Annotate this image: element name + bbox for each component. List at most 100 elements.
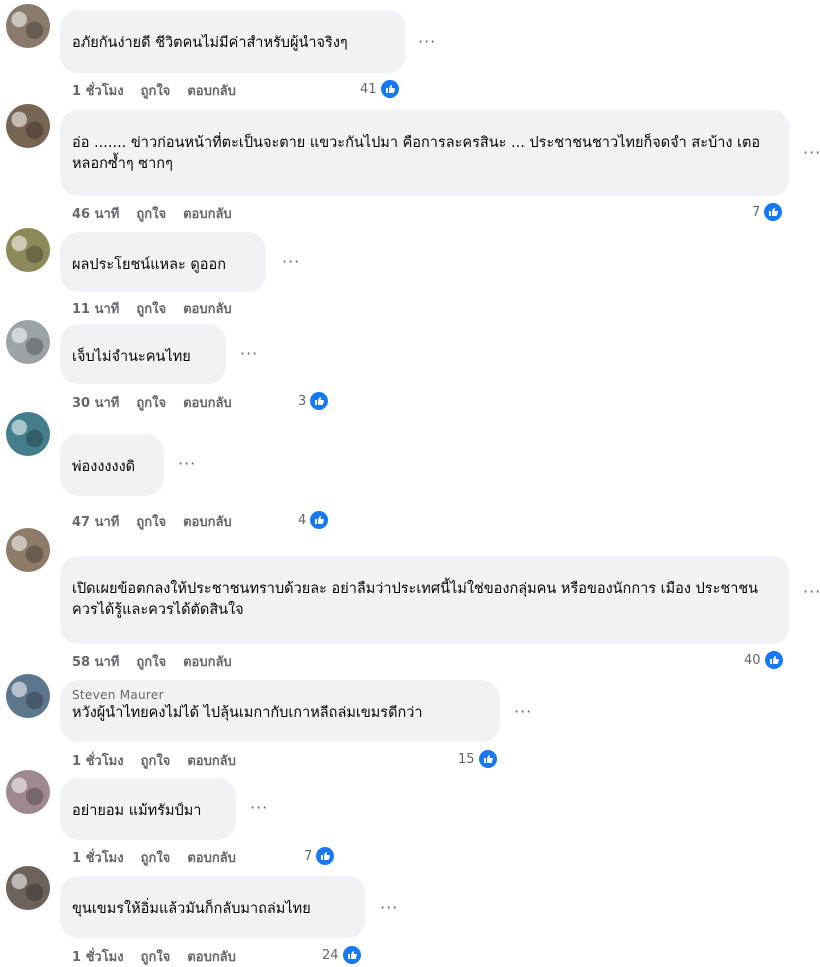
reply-link[interactable]: ตอบกลับ	[183, 515, 232, 530]
more-dots-icon[interactable]: ···	[178, 456, 196, 472]
more-dots-icon[interactable]: ···	[250, 800, 268, 816]
comment-bubble: อย่ายอม แม้ทรัมป์มา	[60, 778, 236, 840]
comment-time[interactable]: 58 นาที	[72, 655, 119, 670]
comment-time[interactable]: 1 ชั่วโมง	[72, 84, 124, 99]
comment-author[interactable]	[72, 332, 214, 347]
comment-bubble: อ่อ ....... ข่าวก่อนหน้าที่ตะเป็นจะตาย แ…	[60, 110, 790, 196]
more-dots-icon[interactable]: ···	[514, 704, 532, 720]
comment-text: เจ็บไม่จำนะคนไทย	[72, 349, 191, 365]
more-dots-icon[interactable]: ···	[803, 145, 820, 161]
reaction-number: 15	[458, 751, 475, 767]
reaction-number: 7	[752, 204, 761, 220]
comment-author[interactable]	[72, 884, 354, 899]
comment-time[interactable]: 1 ชั่วโมง	[72, 754, 124, 769]
avatar[interactable]	[6, 528, 50, 572]
reaction-count[interactable]: 7	[304, 845, 337, 867]
comment-text: อภัยกันง่ายดี ชีวิตคนไม่มีค่าสำหรับผู้นำ…	[72, 35, 348, 51]
reply-link[interactable]: ตอบกลับ	[187, 754, 236, 769]
thumbs-up-icon	[762, 649, 785, 671]
more-dots-icon[interactable]: ···	[418, 34, 436, 50]
thumbs-up-icon	[314, 845, 337, 867]
reaction-number: 40	[744, 652, 761, 668]
reaction-count[interactable]: 3	[298, 390, 331, 412]
thumbs-up-icon	[340, 944, 363, 966]
thumbs-up-icon	[378, 78, 401, 100]
comment-actions: 1 ชั่วโมง ถูกใจ ตอบกลับ	[72, 946, 253, 967]
comment-text: ผลประโยชน์แหละ ดูออก	[72, 257, 226, 273]
comment-author[interactable]	[72, 118, 778, 133]
avatar[interactable]	[6, 674, 50, 718]
comment-bubble: อภัยกันง่ายดี ชีวิตคนไม่มีค่าสำหรับผู้นำ…	[60, 10, 406, 73]
more-dots-icon[interactable]: ···	[380, 900, 398, 916]
comment-time[interactable]: 30 นาที	[72, 396, 119, 411]
comment-author[interactable]	[72, 442, 152, 457]
reaction-count[interactable]: 40	[744, 649, 785, 671]
avatar[interactable]	[6, 4, 50, 48]
avatar[interactable]	[6, 320, 50, 364]
avatar[interactable]	[6, 770, 50, 814]
like-link[interactable]: ถูกใจ	[141, 754, 171, 769]
thumbs-up-icon	[308, 509, 331, 531]
comment-author[interactable]	[72, 564, 778, 579]
comment-text: เปิดเผยข้อตกลงให้ประชาชนทราบด้วยละ อย่าล…	[72, 581, 759, 618]
comment-time[interactable]: 1 ชั่วโมง	[72, 851, 124, 866]
comment-bubble: เปิดเผยข้อตกลงให้ประชาชนทราบด้วยละ อย่าล…	[60, 556, 790, 644]
comment-bubble: พ่องงงงงดิ	[60, 434, 164, 496]
comment-author[interactable]	[72, 786, 224, 801]
like-link[interactable]: ถูกใจ	[141, 851, 171, 866]
avatar[interactable]	[6, 228, 50, 272]
more-dots-icon[interactable]: ···	[803, 584, 820, 600]
reaction-number: 4	[298, 512, 307, 528]
avatar[interactable]	[6, 866, 50, 910]
reaction-count[interactable]: 4	[298, 509, 331, 531]
comment-time[interactable]: 11 นาที	[72, 302, 119, 317]
reply-link[interactable]: ตอบกลับ	[187, 950, 236, 965]
like-link[interactable]: ถูกใจ	[136, 515, 166, 530]
more-dots-icon[interactable]: ···	[282, 254, 300, 270]
comment-text: อ่อ ....... ข่าวก่อนหน้าที่ตะเป็นจะตาย แ…	[72, 135, 761, 172]
comment-actions: 1 ชั่วโมง ถูกใจ ตอบกลับ	[72, 750, 253, 771]
reply-link[interactable]: ตอบกลับ	[187, 851, 236, 866]
reaction-count[interactable]: 15	[458, 748, 499, 770]
like-link[interactable]: ถูกใจ	[141, 950, 171, 965]
comment-actions: 30 นาที ถูกใจ ตอบกลับ	[72, 392, 249, 413]
reply-link[interactable]: ตอบกลับ	[183, 302, 232, 317]
like-link[interactable]: ถูกใจ	[141, 84, 171, 99]
thumbs-up-icon	[476, 748, 499, 770]
comment-actions: 1 ชั่วโมง ถูกใจ ตอบกลับ	[72, 847, 253, 868]
comment-time[interactable]: 47 นาที	[72, 515, 119, 530]
comment-text: หวังผู้นำไทยคงไม่ได้ ไปลุ้นเมกากับเกาหลี…	[72, 705, 423, 721]
reaction-number: 3	[298, 393, 307, 409]
reply-link[interactable]: ตอบกลับ	[183, 207, 232, 222]
like-link[interactable]: ถูกใจ	[136, 655, 166, 670]
comment-author[interactable]: Steven Maurer	[72, 688, 488, 703]
comment-author[interactable]	[72, 240, 254, 255]
reply-link[interactable]: ตอบกลับ	[187, 84, 236, 99]
thumbs-up-icon	[762, 201, 785, 223]
avatar[interactable]	[6, 104, 50, 148]
avatar[interactable]	[6, 412, 50, 456]
comment-time[interactable]: 46 นาที	[72, 207, 119, 222]
reply-link[interactable]: ตอบกลับ	[183, 655, 232, 670]
like-link[interactable]: ถูกใจ	[136, 302, 166, 317]
like-link[interactable]: ถูกใจ	[136, 207, 166, 222]
reaction-number: 41	[360, 81, 377, 97]
reaction-count[interactable]: 41	[360, 78, 401, 100]
comment-author[interactable]	[72, 18, 394, 33]
comment-actions: 11 นาที ถูกใจ ตอบกลับ	[72, 298, 249, 319]
comment-actions: 46 นาที ถูกใจ ตอบกลับ	[72, 203, 249, 224]
comment-actions: 47 นาที ถูกใจ ตอบกลับ	[72, 511, 249, 532]
comment-text: ขุนเขมรให้อิ่มแล้วมันก็กลับมาถล่มไทย	[72, 901, 311, 917]
comment-actions: 58 นาที ถูกใจ ตอบกลับ	[72, 651, 249, 672]
reaction-count[interactable]: 7	[752, 201, 785, 223]
comment-bubble: ผลประโยชน์แหละ ดูออก	[60, 232, 266, 292]
comment-time[interactable]: 1 ชั่วโมง	[72, 950, 124, 965]
more-dots-icon[interactable]: ···	[240, 346, 258, 362]
comment-bubble: เจ็บไม่จำนะคนไทย	[60, 324, 226, 384]
comment-bubble: ขุนเขมรให้อิ่มแล้วมันก็กลับมาถล่มไทย	[60, 876, 366, 938]
like-link[interactable]: ถูกใจ	[136, 396, 166, 411]
thumbs-up-icon	[308, 390, 331, 412]
reply-link[interactable]: ตอบกลับ	[183, 396, 232, 411]
comment-text: พ่องงงงงดิ	[72, 459, 136, 475]
reaction-count[interactable]: 24	[322, 944, 363, 966]
